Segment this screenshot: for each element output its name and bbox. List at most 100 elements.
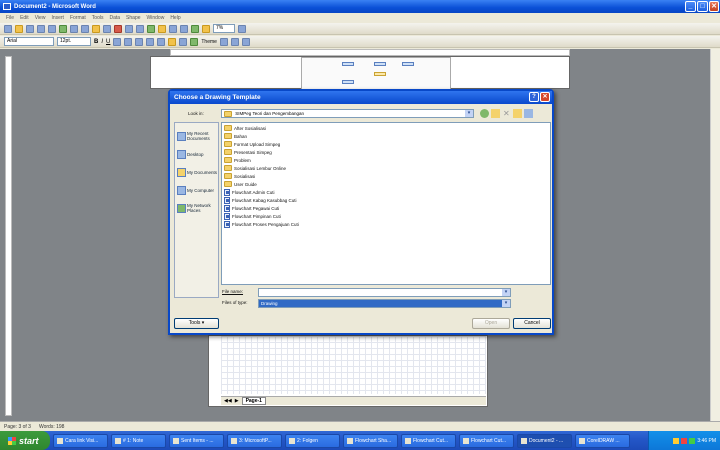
list-item[interactable]: Presentasi Simpeg [224,148,272,156]
look-in-combo[interactable]: SIMPeg Teori dan Pengembangan ▾ [221,109,474,118]
taskbar-item[interactable]: Flowchart Sha... [343,433,398,448]
menu-help[interactable]: Help [170,15,180,21]
list-item[interactable]: Problem [224,156,251,164]
taskbar-item[interactable]: CorelDRAW ... [575,433,630,448]
delete-icon[interactable] [114,24,122,33]
menu-file[interactable]: File [6,15,14,21]
next-page-icon[interactable]: ▶ [235,398,239,404]
list-item[interactable]: Flowchart Admin Cuti [224,188,275,196]
chevron-down-icon[interactable]: ▾ [502,300,510,307]
start-button[interactable]: start [0,431,50,450]
menu-tools[interactable]: Tools [92,15,104,21]
align-right-icon[interactable] [135,37,144,46]
indent-icon[interactable] [157,37,166,46]
embedded-visio-drawing[interactable] [301,57,451,90]
taskbar-item[interactable]: Document2 - ... [517,433,572,448]
line-ends-icon[interactable] [241,37,250,46]
new-icon[interactable] [4,24,12,33]
menu-edit[interactable]: Edit [20,15,29,21]
list-item[interactable]: Flowchart Pimpinan Cuti [224,212,281,220]
file-name-input[interactable]: ▾ [258,288,511,297]
cancel-button[interactable]: Cancel [513,318,551,329]
print-preview-icon[interactable] [48,24,56,33]
chevron-down-icon[interactable]: ▾ [465,110,473,117]
chevron-down-icon[interactable]: ▾ [502,289,510,296]
list-item[interactable]: Flowchart Pegawai Cuti [224,204,279,212]
tray-icon[interactable] [689,437,696,444]
pencil-tool-icon[interactable] [191,24,199,33]
delete-icon[interactable]: ✕ [502,109,511,118]
taskbar-item[interactable]: Sent Items - ... [169,433,224,448]
menu-data[interactable]: Data [109,15,120,21]
page-tab[interactable]: Page-1 [241,397,266,405]
font-size-combo[interactable]: 12pt. [57,37,91,46]
undo-icon[interactable] [125,24,133,33]
restore-button[interactable]: □ [697,1,708,12]
new-folder-icon[interactable] [513,109,522,118]
line-color-icon[interactable] [179,37,188,46]
taskbar-item[interactable]: Flowchart Cut... [459,433,514,448]
taskbar-item[interactable]: Cara link Visi... [53,433,108,448]
open-button[interactable]: Open [472,318,510,329]
help-icon[interactable] [238,24,246,33]
line-pattern-icon[interactable] [230,37,239,46]
spelling-icon[interactable] [59,24,67,33]
text-tool-icon[interactable] [180,24,188,33]
back-icon[interactable] [480,109,489,118]
cut-icon[interactable] [70,24,78,33]
views-icon[interactable] [524,109,533,118]
underline-icon[interactable]: U [106,39,110,45]
print-icon[interactable] [37,24,45,33]
list-item[interactable]: After Sosialisasi [224,124,266,132]
list-item[interactable]: User Guide [224,180,257,188]
menu-insert[interactable]: Insert [51,15,64,21]
tray-icon[interactable] [681,437,688,444]
list-item[interactable]: Sosialisasi Lembur Online [224,164,286,172]
stamp-tool-icon[interactable] [202,24,210,33]
menu-window[interactable]: Window [147,15,165,21]
taskbar-item[interactable]: 3: MicrosoftP... [227,433,282,448]
list-item[interactable]: Format Upload Simpeg [224,140,280,148]
menu-format[interactable]: Format [70,15,86,21]
zoom-combo[interactable]: 7% [213,24,235,33]
font-color-icon[interactable] [168,37,177,46]
italic-icon[interactable]: I [101,39,103,45]
tools-button[interactable]: Tools ▾ [174,318,219,329]
menu-view[interactable]: View [35,15,46,21]
list-item[interactable]: Flowchart Kabag Kasubbag Cuti [224,196,297,204]
dialog-close-button[interactable]: ✕ [540,92,550,102]
place-network[interactable]: My Network Places [177,197,219,219]
tray-icon[interactable] [673,437,680,444]
connector-tool-icon[interactable] [169,24,177,33]
open-icon[interactable] [15,24,23,33]
taskbar-item[interactable]: Flowchart Cut... [401,433,456,448]
line-weight-icon[interactable] [219,37,228,46]
files-of-type-select[interactable]: Drawing ▾ [258,299,511,308]
taskbar-item[interactable]: # 1: Note [111,433,166,448]
copy-icon[interactable] [81,24,89,33]
theme-button[interactable]: Theme [201,39,217,45]
list-item[interactable]: Bahan [224,132,247,140]
minimize-button[interactable]: _ [685,1,696,12]
format-painter-icon[interactable] [103,24,111,33]
save-icon[interactable] [26,24,34,33]
redo-icon[interactable] [136,24,144,33]
up-folder-icon[interactable] [491,109,500,118]
drawing-grid[interactable] [221,336,486,394]
shapes-icon[interactable] [147,24,155,33]
vertical-scrollbar[interactable] [710,49,720,421]
paste-icon[interactable] [92,24,100,33]
font-combo[interactable]: Arial [4,37,54,46]
first-page-icon[interactable]: ◀◀ [224,398,232,404]
bold-icon[interactable]: B [94,39,98,45]
help-button[interactable]: ? [529,92,539,102]
fill-color-icon[interactable] [190,37,199,46]
list-item[interactable]: Flowchart Proses Pengajuan Cuti [224,220,299,228]
align-left-icon[interactable] [113,37,122,46]
taskbar-item[interactable]: 2: Folgen [285,433,340,448]
bullets-icon[interactable] [146,37,155,46]
close-button[interactable]: ✕ [709,1,719,12]
pointer-tool-icon[interactable] [158,24,166,33]
menu-shape[interactable]: Shape [126,15,140,21]
list-item[interactable]: Sosialisasi [224,172,255,180]
